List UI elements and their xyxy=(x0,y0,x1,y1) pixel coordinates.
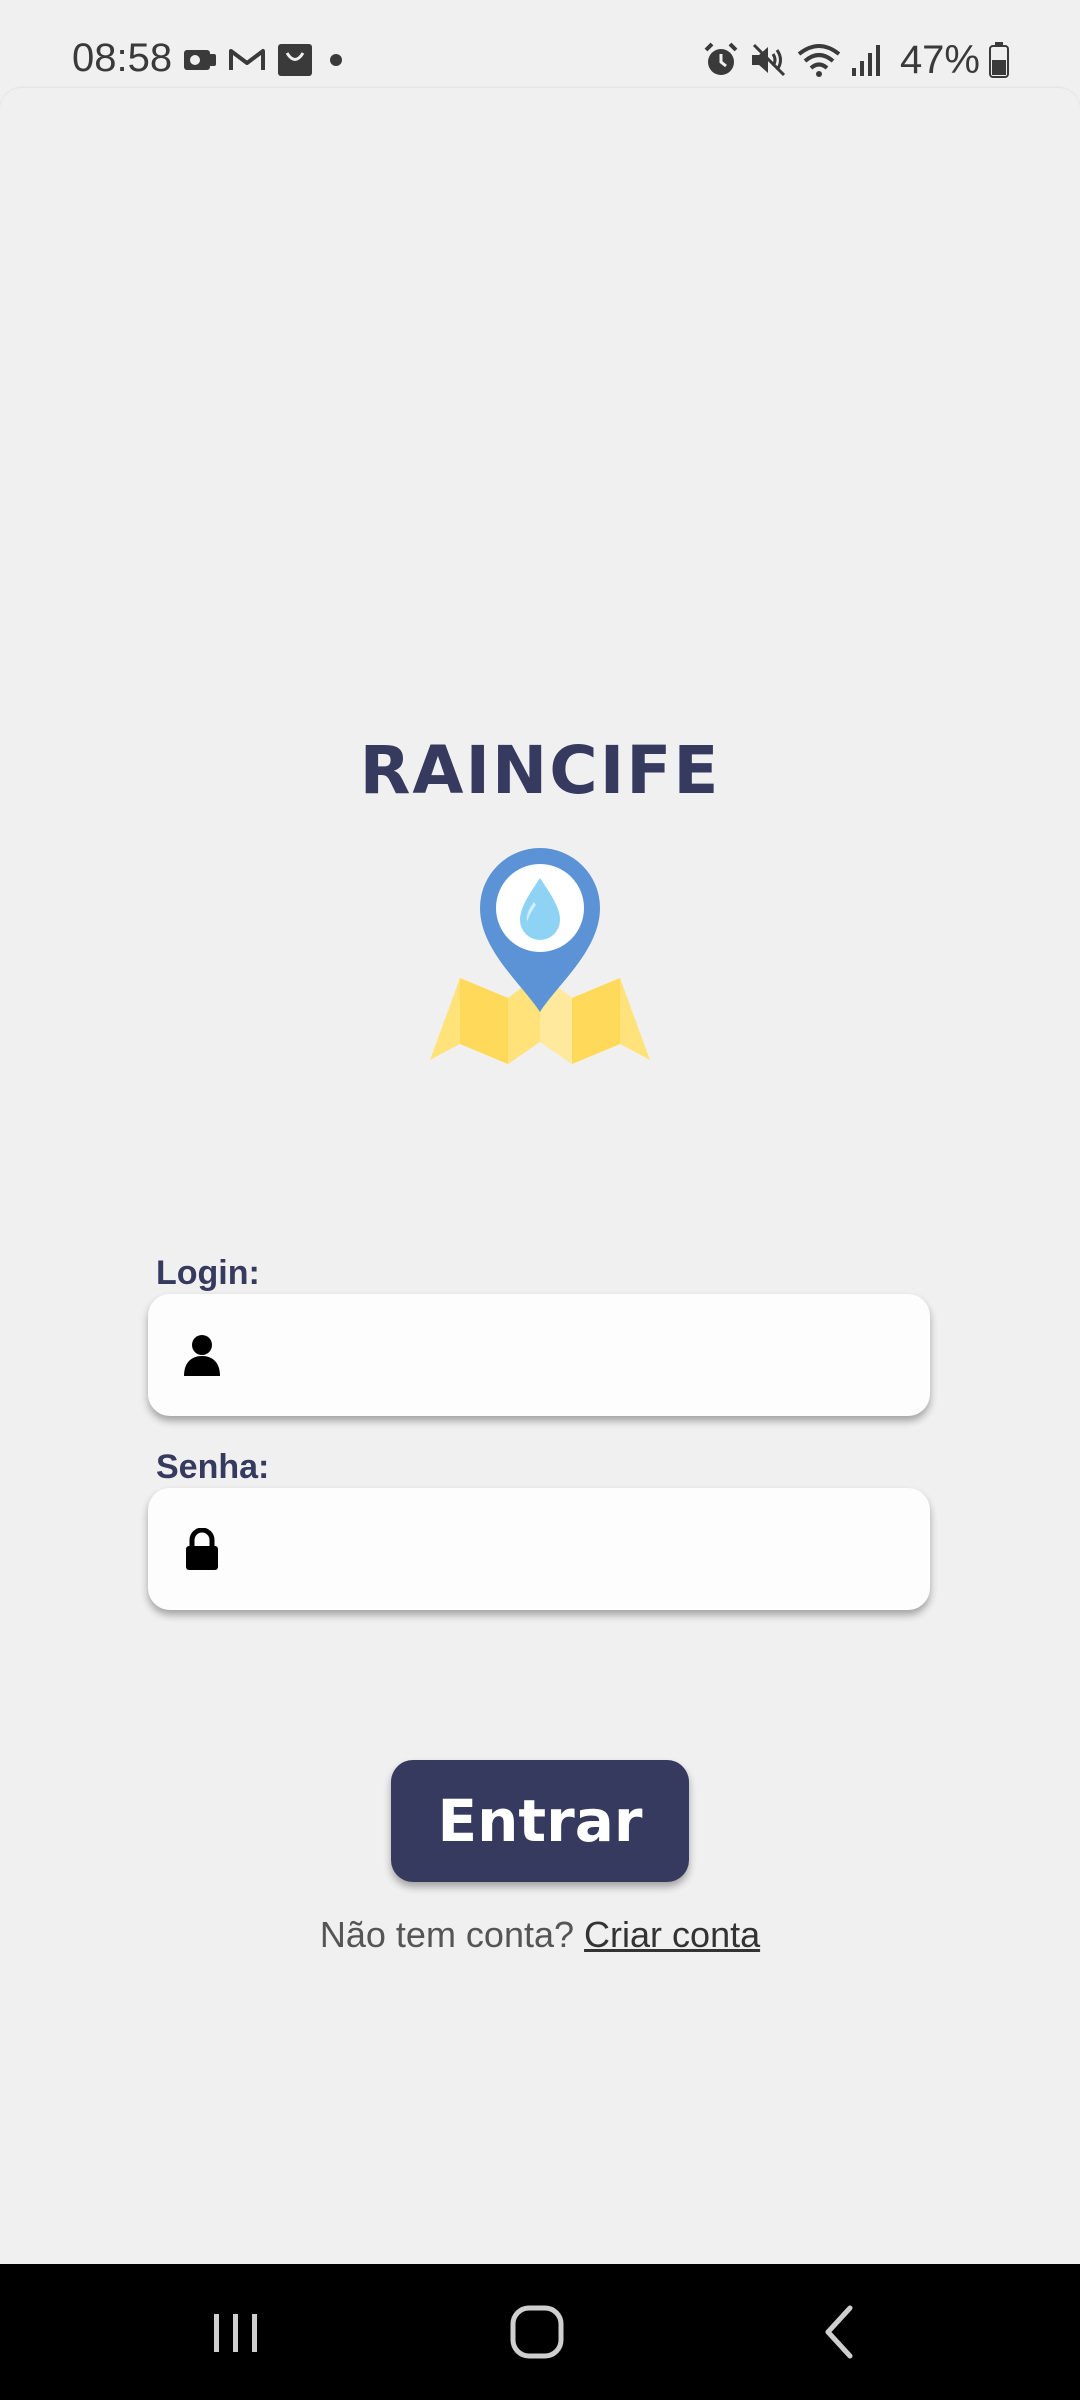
signup-row: Não tem conta? Criar conta xyxy=(0,1914,1080,1956)
password-field[interactable] xyxy=(148,1488,930,1612)
gmail-icon xyxy=(229,49,265,70)
password-input[interactable] xyxy=(238,1488,902,1612)
battery-icon xyxy=(989,42,1009,78)
navigation-bar xyxy=(0,2264,1080,2400)
signal-icon xyxy=(851,45,880,76)
alarm-icon xyxy=(704,42,738,75)
login-field[interactable] xyxy=(148,1294,930,1418)
app-title: RAINCIFE xyxy=(359,732,721,809)
mute-icon xyxy=(751,43,785,77)
home-icon[interactable] xyxy=(497,2292,577,2372)
back-icon[interactable] xyxy=(800,2292,880,2372)
battery-percentage: 47% xyxy=(899,37,980,82)
notification-icons xyxy=(182,40,348,80)
wifi-icon xyxy=(797,44,841,77)
create-account-link[interactable]: Criar conta xyxy=(584,1914,760,1955)
gallery-icon xyxy=(184,50,216,70)
login-button[interactable]: Entrar xyxy=(391,1760,689,1882)
login-screen: 08:58 47% RAINCIFE Login: Senha: Entrar … xyxy=(0,0,1080,2400)
password-label: Senha: xyxy=(156,1448,270,1486)
shopping-bag-icon xyxy=(278,44,312,76)
lock-icon xyxy=(186,1528,218,1570)
login-label: Login: xyxy=(156,1254,260,1292)
status-time: 08:58 xyxy=(72,36,173,80)
dot-icon xyxy=(330,54,342,66)
map-pin-raindrop-logo xyxy=(430,848,650,1064)
recent-apps-icon[interactable] xyxy=(196,2292,276,2372)
signup-prompt: Não tem conta? xyxy=(319,1914,575,1955)
login-input[interactable] xyxy=(238,1294,902,1418)
system-icons: 47% xyxy=(702,36,1010,84)
user-icon xyxy=(184,1335,220,1376)
